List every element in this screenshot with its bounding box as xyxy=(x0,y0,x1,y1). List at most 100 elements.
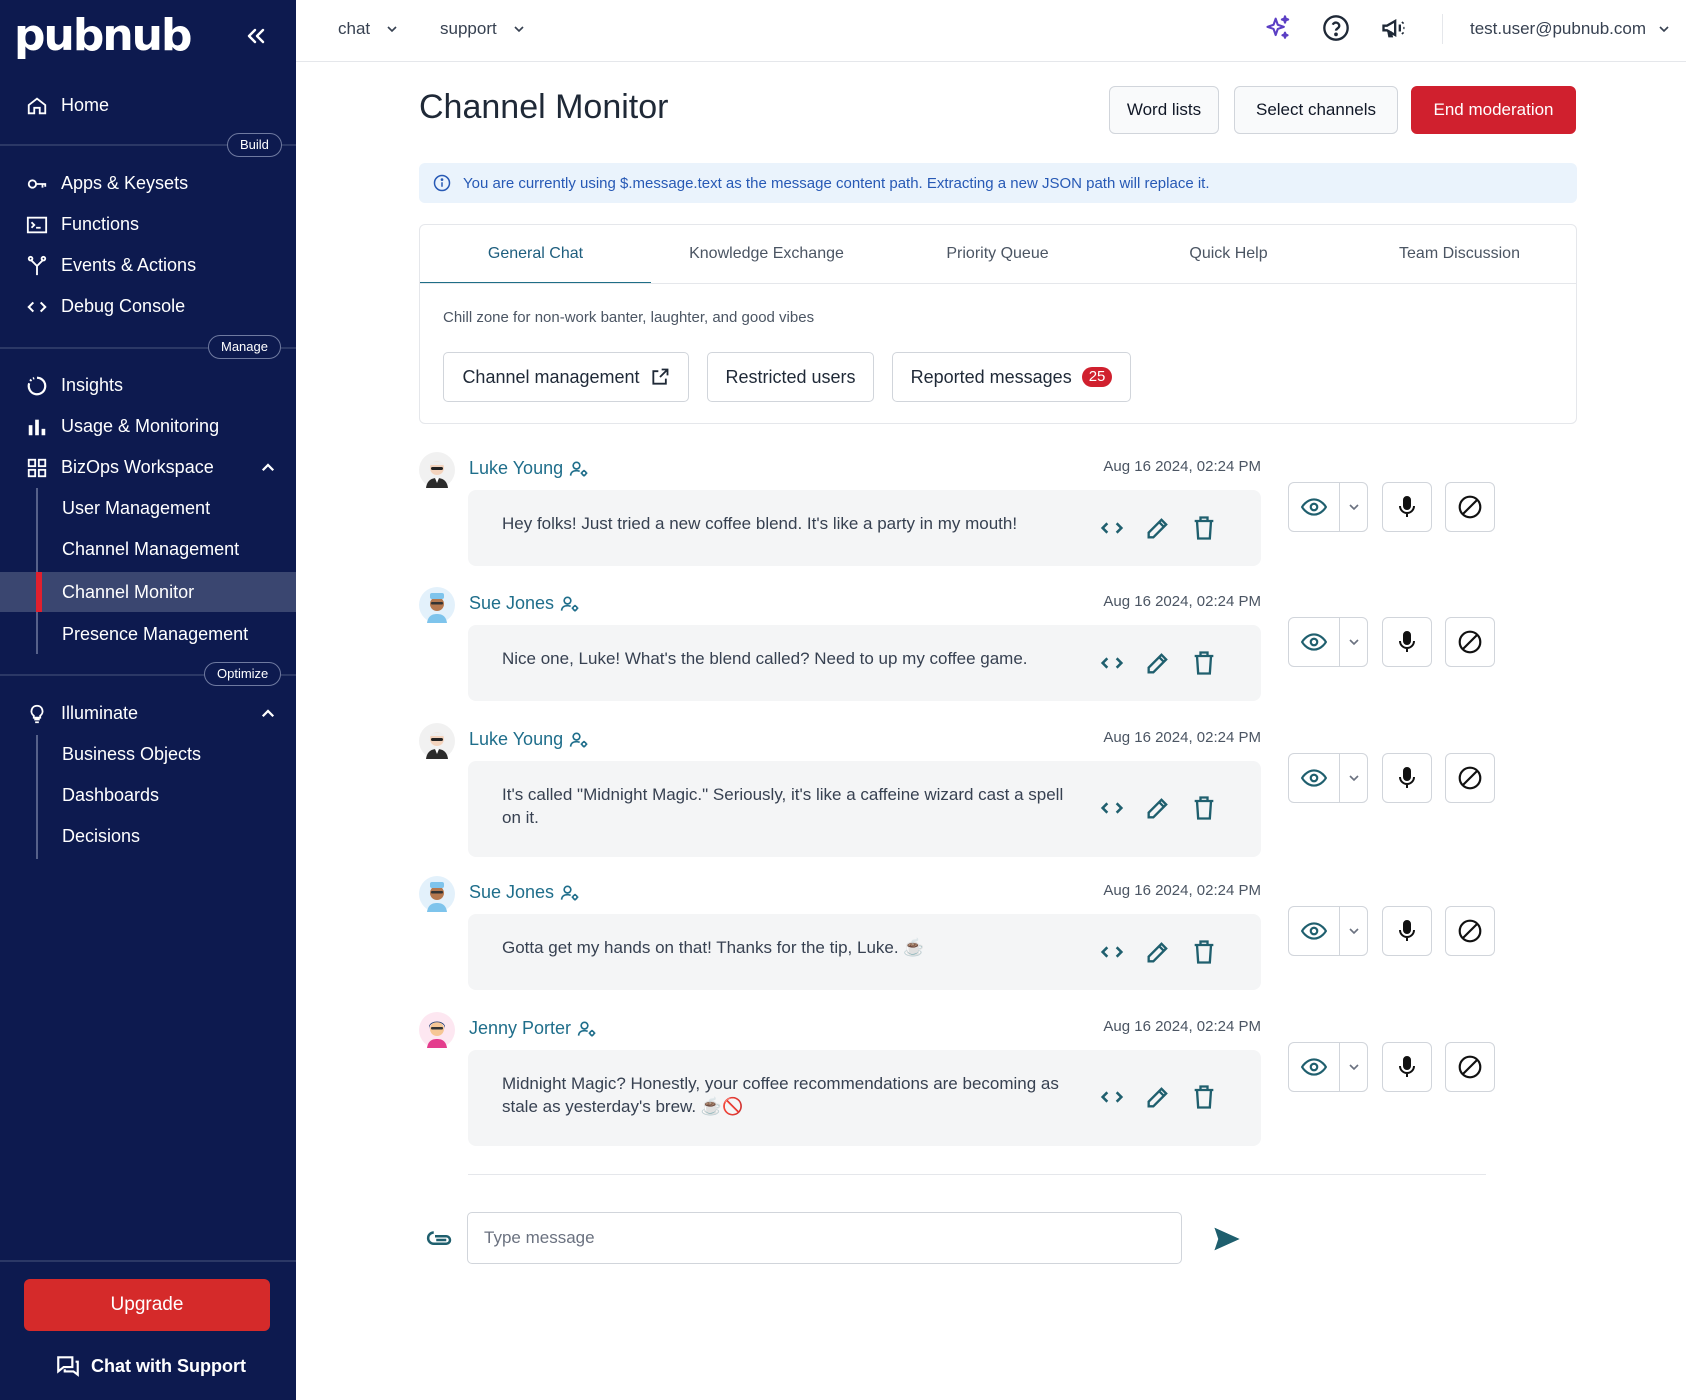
end-moderation-button[interactable]: End moderation xyxy=(1411,86,1576,134)
sparkle-icon[interactable] xyxy=(1264,14,1292,42)
sidebar-item-channel-management[interactable]: Channel Management xyxy=(0,529,296,569)
megaphone-icon[interactable] xyxy=(1380,14,1408,42)
message-author[interactable]: Jenny Porter xyxy=(469,1018,597,1039)
chevron-up-icon[interactable] xyxy=(259,459,277,477)
sidebar-item-presence-management[interactable]: Presence Management xyxy=(0,614,296,654)
eye-icon[interactable] xyxy=(1289,618,1339,666)
sidebar-item-illuminate[interactable]: Illuminate xyxy=(0,693,296,733)
app-selector[interactable]: chat xyxy=(338,14,400,44)
sidebar-item-usage-monitoring[interactable]: Usage & Monitoring xyxy=(0,406,296,446)
eye-icon[interactable] xyxy=(1289,907,1339,955)
sidebar-item-bizops-workspace[interactable]: BizOps Workspace xyxy=(0,447,296,487)
view-json-icon[interactable] xyxy=(1098,794,1126,822)
ban-user-button[interactable] xyxy=(1445,906,1495,956)
edit-pencil-icon[interactable] xyxy=(1144,649,1172,677)
message-author[interactable]: Sue Jones xyxy=(469,593,580,614)
edit-pencil-icon[interactable] xyxy=(1144,1083,1172,1111)
tab-priority-queue[interactable]: Priority Queue xyxy=(882,225,1113,283)
chat-with-support-button[interactable]: Chat with Support xyxy=(55,1351,246,1381)
avatar[interactable] xyxy=(419,452,455,488)
view-json-icon[interactable] xyxy=(1098,938,1126,966)
eye-icon[interactable] xyxy=(1289,1043,1339,1091)
visibility-control xyxy=(1288,482,1368,532)
message-bubble: It's called "Midnight Magic." Seriously,… xyxy=(468,761,1261,857)
chevron-up-icon[interactable] xyxy=(259,705,277,723)
tab-team-discussion[interactable]: Team Discussion xyxy=(1344,225,1575,283)
chevron-down-icon[interactable] xyxy=(1339,754,1367,802)
sidebar-item-label: Illuminate xyxy=(61,702,139,723)
chevron-down-icon xyxy=(1656,21,1672,37)
message-author[interactable]: Sue Jones xyxy=(469,882,580,903)
sidebar-item-channel-monitor[interactable]: Channel Monitor xyxy=(0,572,296,612)
delete-trash-icon[interactable] xyxy=(1190,938,1218,966)
mute-microphone-button[interactable] xyxy=(1382,482,1432,532)
edit-pencil-icon[interactable] xyxy=(1144,938,1172,966)
mute-microphone-button[interactable] xyxy=(1382,1042,1432,1092)
delete-trash-icon[interactable] xyxy=(1190,514,1218,542)
fork-icon xyxy=(26,255,48,277)
ban-user-button[interactable] xyxy=(1445,753,1495,803)
message-author[interactable]: Luke Young xyxy=(469,729,589,750)
chevron-down-icon[interactable] xyxy=(1339,483,1367,531)
help-icon[interactable] xyxy=(1322,14,1350,42)
collapse-sidebar-icon[interactable] xyxy=(244,24,268,48)
tab-general-chat[interactable]: General Chat xyxy=(420,225,651,284)
tab-quick-help[interactable]: Quick Help xyxy=(1113,225,1344,283)
tab-knowledge-exchange[interactable]: Knowledge Exchange xyxy=(651,225,882,283)
avatar[interactable] xyxy=(419,723,455,759)
delete-trash-icon[interactable] xyxy=(1190,794,1218,822)
avatar[interactable] xyxy=(419,1012,455,1048)
eye-icon[interactable] xyxy=(1289,754,1339,802)
sidebar-item-apps-keysets[interactable]: Apps & Keysets xyxy=(0,163,296,203)
sidebar-item-business-objects[interactable]: Business Objects xyxy=(0,734,296,774)
select-channels-button[interactable]: Select channels xyxy=(1234,86,1398,134)
word-lists-button[interactable]: Word lists xyxy=(1109,86,1219,134)
mute-microphone-button[interactable] xyxy=(1382,617,1432,667)
sidebar-item-user-management[interactable]: User Management xyxy=(0,488,296,528)
app-selector-value: chat xyxy=(338,19,371,38)
view-json-icon[interactable] xyxy=(1098,514,1126,542)
sidebar-item-debug-console[interactable]: Debug Console xyxy=(0,286,296,326)
edit-pencil-icon[interactable] xyxy=(1144,514,1172,542)
delete-trash-icon[interactable] xyxy=(1190,1083,1218,1111)
sidebar-item-decisions[interactable]: Decisions xyxy=(0,816,296,856)
eye-icon[interactable] xyxy=(1289,483,1339,531)
message-bubble: Midnight Magic? Honestly, your coffee re… xyxy=(468,1050,1261,1146)
reported-messages-button[interactable]: Reported messages 25 xyxy=(892,352,1131,402)
attachment-icon[interactable] xyxy=(425,1225,455,1255)
author-name: Luke Young xyxy=(469,458,564,478)
message-text: It's called "Midnight Magic." Seriously,… xyxy=(502,785,1064,827)
chevron-down-icon[interactable] xyxy=(1339,1043,1367,1091)
user-menu[interactable]: test.user@pubnub.com xyxy=(1470,14,1672,44)
channel-management-button[interactable]: Channel management xyxy=(443,352,689,402)
ban-user-button[interactable] xyxy=(1445,482,1495,532)
chevron-down-icon[interactable] xyxy=(1339,907,1367,955)
sidebar-item-insights[interactable]: Insights xyxy=(0,365,296,405)
edit-pencil-icon[interactable] xyxy=(1144,794,1172,822)
sidebar-item-functions[interactable]: Functions xyxy=(0,204,296,244)
send-icon[interactable] xyxy=(1212,1224,1242,1254)
avatar[interactable] xyxy=(419,587,455,623)
mute-microphone-button[interactable] xyxy=(1382,906,1432,956)
sidebar-item-dashboards[interactable]: Dashboards xyxy=(0,775,296,815)
sidebar-item-home[interactable]: Home xyxy=(0,85,296,125)
chevron-down-icon[interactable] xyxy=(1339,618,1367,666)
visibility-control xyxy=(1288,753,1368,803)
message-author[interactable]: Luke Young xyxy=(469,458,589,479)
message-input[interactable] xyxy=(467,1212,1182,1264)
upgrade-button[interactable]: Upgrade xyxy=(24,1279,270,1331)
message-text: Hey folks! Just tried a new coffee blend… xyxy=(502,514,1018,533)
insights-icon xyxy=(26,375,48,397)
user-settings-icon xyxy=(577,1019,597,1039)
view-json-icon[interactable] xyxy=(1098,1083,1126,1111)
restricted-users-button[interactable]: Restricted users xyxy=(707,352,874,402)
ban-user-button[interactable] xyxy=(1445,617,1495,667)
delete-trash-icon[interactable] xyxy=(1190,649,1218,677)
view-json-icon[interactable] xyxy=(1098,649,1126,677)
sidebar-item-events-actions[interactable]: Events & Actions xyxy=(0,245,296,285)
ban-user-button[interactable] xyxy=(1445,1042,1495,1092)
keyset-selector[interactable]: support xyxy=(440,14,527,44)
avatar[interactable] xyxy=(419,876,455,912)
mute-microphone-button[interactable] xyxy=(1382,753,1432,803)
pubnub-logo[interactable]: pubnub xyxy=(14,10,192,61)
